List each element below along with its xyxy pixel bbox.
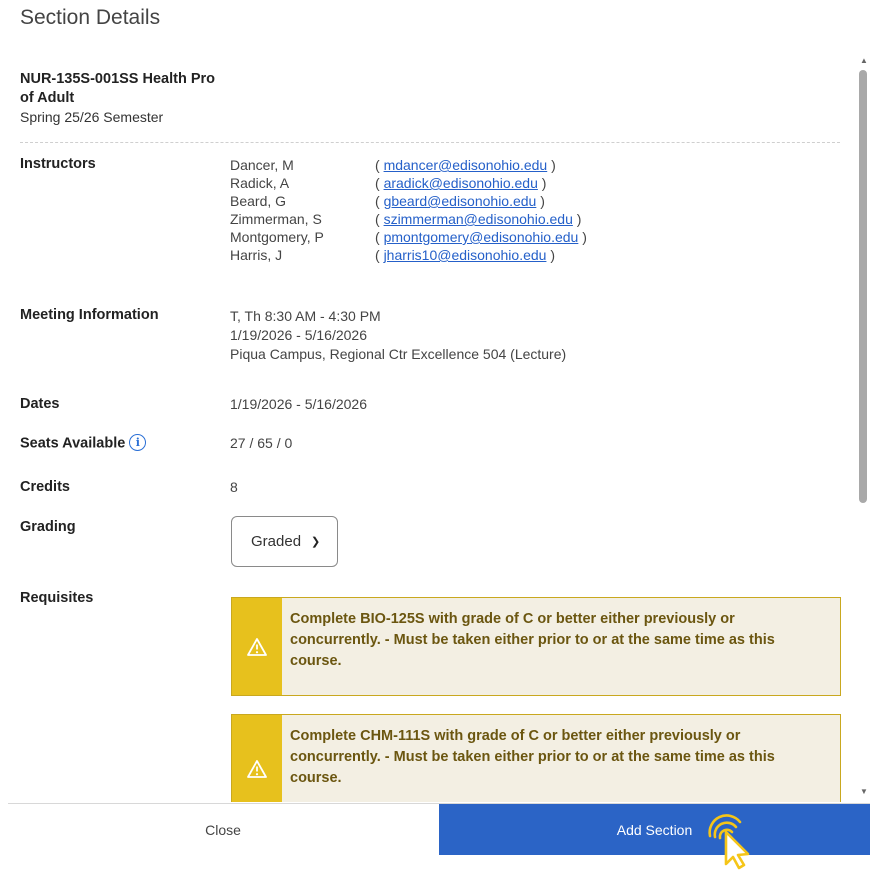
meeting-location: Piqua Campus, Regional Ctr Excellence 50… [230, 346, 567, 362]
course-term: Spring 25/26 Semester [20, 109, 164, 125]
instructor-email-link[interactable]: mdancer@edisonohio.edu [384, 157, 548, 173]
instructor-email-link[interactable]: gbeard@edisonohio.edu [384, 193, 537, 209]
warning-icon [247, 760, 267, 778]
scrollbar-thumb[interactable] [859, 70, 867, 503]
instructors-label: Instructors [20, 156, 96, 172]
info-icon[interactable]: i [129, 434, 147, 451]
section-details-content[interactable]: NUR-135S-001SS Health Pro of Adult Sprin… [0, 60, 852, 802]
instructor-row: Montgomery, P( pmontgomery@edisonohio.ed… [230, 229, 587, 245]
requisite-alert: Complete CHM-111S with grade of C or bet… [231, 714, 841, 802]
grading-selected-value: Graded [251, 533, 302, 550]
dates-value: 1/19/2026 - 5/16/2026 [230, 396, 368, 412]
instructor-email-link[interactable]: aradick@edisonohio.edu [384, 175, 538, 191]
instructor-name: Montgomery, P [230, 229, 324, 245]
scroll-down-arrow-icon[interactable]: ▼ [860, 787, 868, 796]
grading-label: Grading [20, 519, 76, 535]
instructor-name: Radick, A [230, 175, 290, 191]
seats-available-value: 27 / 65 / 0 [230, 435, 293, 451]
divider [20, 142, 840, 143]
requisite-alert-bar [232, 598, 282, 695]
grading-select[interactable]: Graded ❯ [231, 516, 338, 567]
instructor-name: Harris, J [230, 247, 283, 263]
meeting-days-times: T, Th 8:30 AM - 4:30 PM [230, 308, 381, 324]
dialog-title: Section Details [20, 6, 161, 29]
instructor-name: Dancer, M [230, 157, 294, 173]
instructor-row: Dancer, M( mdancer@edisonohio.edu ) [230, 157, 556, 173]
instructor-row: Beard, G( gbeard@edisonohio.edu ) [230, 193, 545, 209]
meeting-info-value: T, Th 8:30 AM - 4:30 PM 1/19/2026 - 5/16… [230, 307, 566, 364]
course-title: NUR-135S-001SS Health Pro of Adult [20, 71, 216, 106]
requisites-label: Requisites [20, 590, 94, 606]
requisite-alert: Complete BIO-125S with grade of C or bet… [231, 597, 841, 696]
warning-icon [247, 637, 267, 656]
dialog-footer: Close Add Section [8, 803, 870, 855]
instructor-row: Radick, A( aradick@edisonohio.edu ) [230, 175, 547, 191]
requisite-text: Complete CHM-111S with grade of C or bet… [290, 728, 775, 786]
instructor-name: Beard, G [230, 193, 287, 209]
instructor-row: Harris, J( jharris10@edisonohio.edu ) [230, 247, 555, 263]
instructor-name: Zimmerman, S [230, 211, 322, 227]
add-section-button[interactable]: Add Section [439, 804, 870, 855]
scroll-up-arrow-icon[interactable]: ▲ [860, 56, 868, 65]
meeting-info-label: Meeting Information [20, 307, 159, 323]
credits-value: 8 [230, 479, 238, 495]
close-button[interactable]: Close [8, 804, 438, 855]
credits-label: Credits [20, 479, 70, 495]
seats-available-label: Seats Available i [20, 434, 147, 452]
requisite-text: Complete BIO-125S with grade of C or bet… [290, 611, 775, 669]
scrollbar[interactable]: ▲ ▼ [858, 56, 868, 796]
course-header: NUR-135S-001SS Health Pro of Adult Sprin… [20, 70, 840, 125]
instructor-row: Zimmerman, S( szimmerman@edisonohio.edu … [230, 211, 582, 227]
instructor-email-link[interactable]: pmontgomery@edisonohio.edu [384, 229, 579, 245]
chevron-down-icon: ❯ [311, 536, 321, 548]
dates-label: Dates [20, 396, 60, 412]
requisite-alert-bar [232, 715, 282, 802]
meeting-dates: 1/19/2026 - 5/16/2026 [230, 327, 368, 343]
instructor-email-link[interactable]: szimmerman@edisonohio.edu [384, 211, 573, 227]
instructor-email-link[interactable]: jharris10@edisonohio.edu [384, 247, 547, 263]
